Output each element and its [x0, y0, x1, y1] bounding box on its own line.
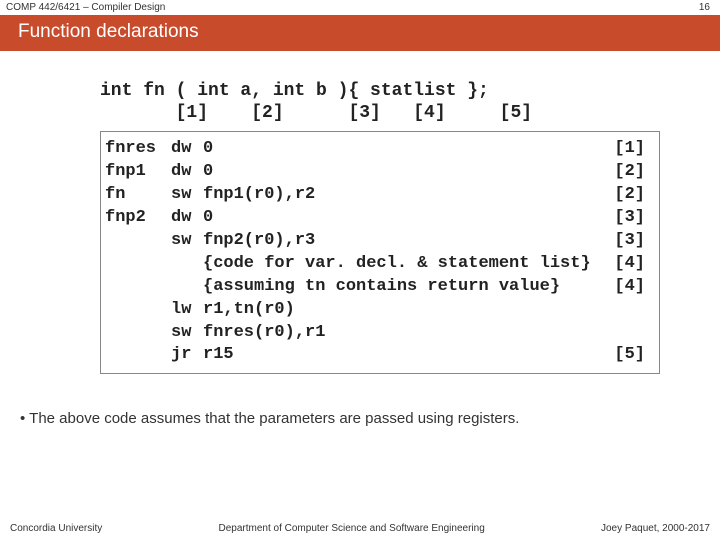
- row-arg: fnp2(r0),r3: [203, 230, 609, 253]
- row-tag: [4]: [609, 276, 649, 299]
- generated-code-table: fnresdw0[1]fnp1dw0[2]fnswfnp1(r0),r2[2]f…: [100, 131, 660, 374]
- code-row: swfnres(r0),r1: [101, 322, 649, 345]
- row-tag: [609, 322, 649, 345]
- row-op: dw: [171, 161, 203, 184]
- row-label: [101, 344, 171, 367]
- row-tag: [609, 299, 649, 322]
- row-label: fnp2: [101, 207, 171, 230]
- page-number: 16: [699, 2, 710, 13]
- row-op: dw: [171, 207, 203, 230]
- code-row: {code for var. decl. & statement list}[4…: [101, 253, 649, 276]
- row-label: [101, 253, 171, 276]
- slide-note: The above code assumes that the paramete…: [0, 384, 720, 427]
- row-label: [101, 230, 171, 253]
- slide-content: int fn ( int a, int b ){ statlist }; [1]…: [0, 51, 720, 384]
- row-op: [171, 253, 203, 276]
- row-op: sw: [171, 322, 203, 345]
- row-label: fn: [101, 184, 171, 207]
- row-arg: r15: [203, 344, 609, 367]
- code-row: lwr1,tn(r0): [101, 299, 649, 322]
- row-label: [101, 299, 171, 322]
- code-row: swfnp2(r0),r3[3]: [101, 230, 649, 253]
- row-arg: fnres(r0),r1: [203, 322, 609, 345]
- function-signature: int fn ( int a, int b ){ statlist };: [100, 81, 660, 101]
- row-label: [101, 276, 171, 299]
- row-tag: [2]: [609, 161, 649, 184]
- row-op: dw: [171, 138, 203, 161]
- row-arg: {assuming tn contains return value}: [203, 276, 609, 299]
- row-op: lw: [171, 299, 203, 322]
- header-top: COMP 442/6421 – Compiler Design 16: [0, 0, 720, 15]
- course-label: COMP 442/6421 – Compiler Design: [6, 2, 165, 13]
- code-row: fnp2dw0[3]: [101, 207, 649, 230]
- code-row: jrr15[5]: [101, 344, 649, 367]
- signature-markers: [1] [2] [3] [4] [5]: [100, 103, 660, 123]
- row-arg: {code for var. decl. & statement list}: [203, 253, 609, 276]
- row-op: sw: [171, 230, 203, 253]
- footer-center: Department of Computer Science and Softw…: [219, 523, 485, 534]
- row-arg: 0: [203, 138, 609, 161]
- row-tag: [1]: [609, 138, 649, 161]
- row-arg: r1,tn(r0): [203, 299, 609, 322]
- row-tag: [5]: [609, 344, 649, 367]
- code-row: fnresdw0[1]: [101, 138, 649, 161]
- row-arg: 0: [203, 207, 609, 230]
- row-op: sw: [171, 184, 203, 207]
- footer: Concordia University Department of Compu…: [0, 523, 720, 534]
- row-tag: [4]: [609, 253, 649, 276]
- footer-left: Concordia University: [10, 523, 102, 534]
- row-label: fnp1: [101, 161, 171, 184]
- row-op: [171, 276, 203, 299]
- row-arg: 0: [203, 161, 609, 184]
- row-tag: [3]: [609, 230, 649, 253]
- row-tag: [2]: [609, 184, 649, 207]
- code-row: {assuming tn contains return value}[4]: [101, 276, 649, 299]
- row-label: fnres: [101, 138, 171, 161]
- row-label: [101, 322, 171, 345]
- row-arg: fnp1(r0),r2: [203, 184, 609, 207]
- code-row: fnp1dw0[2]: [101, 161, 649, 184]
- footer-right: Joey Paquet, 2000-2017: [601, 523, 710, 534]
- code-row: fnswfnp1(r0),r2[2]: [101, 184, 649, 207]
- row-tag: [3]: [609, 207, 649, 230]
- slide-title: Function declarations: [0, 15, 720, 51]
- row-op: jr: [171, 344, 203, 367]
